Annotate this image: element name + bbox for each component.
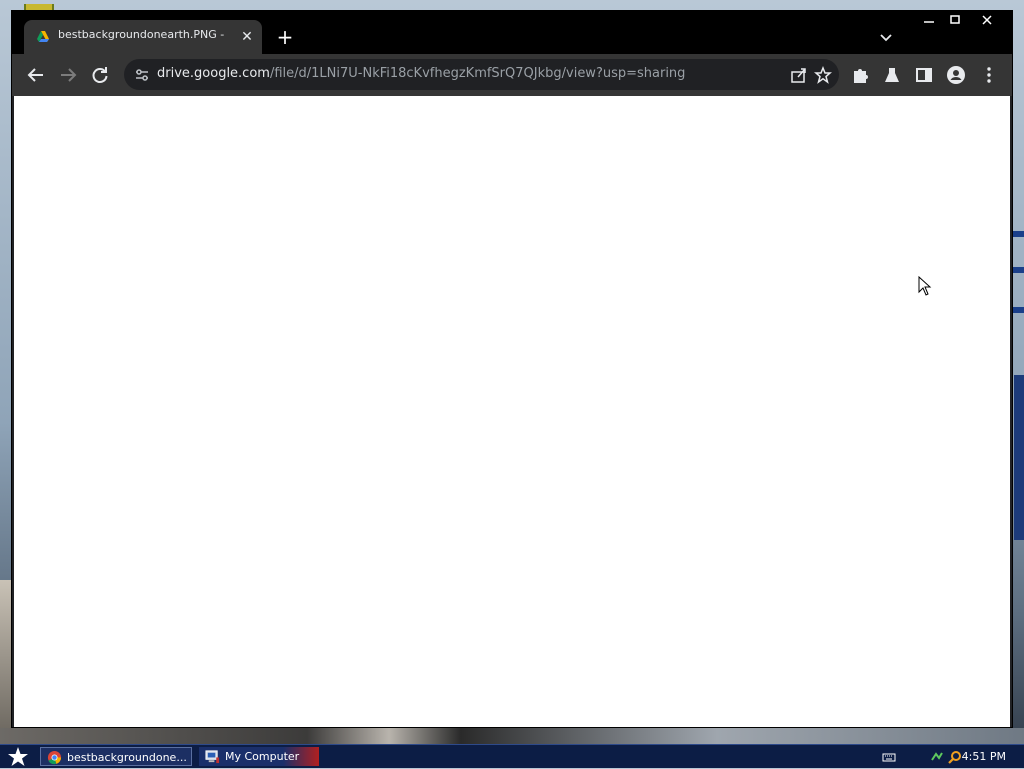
back-arrow-icon[interactable] (25, 64, 47, 86)
taskbar-item-label: My Computer (225, 750, 300, 763)
search-magnifier-icon[interactable] (948, 750, 962, 764)
profile-avatar-icon[interactable] (946, 65, 966, 85)
taskbar: bestbackgroundone... My Computer 4:51 PM (0, 744, 1024, 768)
chrome-icon (47, 750, 62, 765)
forward-arrow-icon[interactable] (57, 64, 79, 86)
browser-titlebar: bestbackgroundonearth.PNG - Goo ✕ + (12, 11, 1012, 54)
close-icon (982, 15, 992, 25)
extensions-puzzle-icon[interactable] (850, 65, 870, 85)
url-path: /file/d/1LNi7U-NkFi18cKvfhegzKmfSrQ7QJkb… (269, 66, 686, 81)
browser-toolbar: drive.google.com/file/d/1LNi7U-NkFi18cKv… (12, 54, 1012, 96)
more-menu-icon[interactable] (979, 65, 999, 85)
system-tray: 4:51 PM (864, 745, 1024, 769)
keyboard-icon[interactable] (882, 750, 896, 764)
address-bar[interactable]: drive.google.com/file/d/1LNi7U-NkFi18cKv… (124, 59, 839, 90)
close-window-button[interactable] (974, 11, 1000, 29)
site-info-icon[interactable] (134, 67, 150, 83)
tab-close-button[interactable]: ✕ (238, 28, 256, 46)
reload-icon[interactable] (89, 64, 111, 86)
minimize-icon (924, 21, 934, 23)
taskbar-item-label: bestbackgroundone... (67, 751, 187, 764)
url-host: drive.google.com (157, 66, 270, 81)
tab-title: bestbackgroundonearth.PNG - Goo (58, 28, 228, 41)
taskbar-item-my-computer[interactable]: My Computer (199, 747, 319, 766)
desktop-background-strip (1012, 225, 1024, 545)
maximize-button[interactable] (942, 11, 968, 29)
bookmark-star-icon[interactable] (814, 66, 832, 84)
labs-flask-icon[interactable] (882, 65, 902, 85)
taskbar-clock[interactable]: 4:51 PM (962, 750, 1006, 763)
browser-window: bestbackgroundonearth.PNG - Goo ✕ + (11, 10, 1013, 728)
network-icon[interactable] (930, 750, 944, 764)
start-star-icon[interactable] (4, 746, 32, 768)
taskbar-item-chrome[interactable]: bestbackgroundone... (40, 747, 192, 766)
tab-search-chevron-icon[interactable] (876, 27, 896, 47)
side-panel-icon[interactable] (914, 65, 934, 85)
new-tab-button[interactable]: + (274, 26, 296, 48)
desktop-wallpaper-bottom (0, 728, 1024, 744)
minimize-button[interactable] (916, 11, 942, 29)
google-drive-icon (37, 31, 49, 42)
mouse-cursor-icon (918, 276, 932, 296)
page-content[interactable] (14, 96, 1010, 727)
share-icon[interactable] (790, 66, 808, 84)
url-text[interactable]: drive.google.com/file/d/1LNi7U-NkFi18cKv… (157, 66, 685, 81)
maximize-icon (950, 15, 960, 24)
my-computer-icon (205, 750, 220, 764)
browser-tab[interactable]: bestbackgroundonearth.PNG - Goo ✕ (24, 20, 262, 54)
